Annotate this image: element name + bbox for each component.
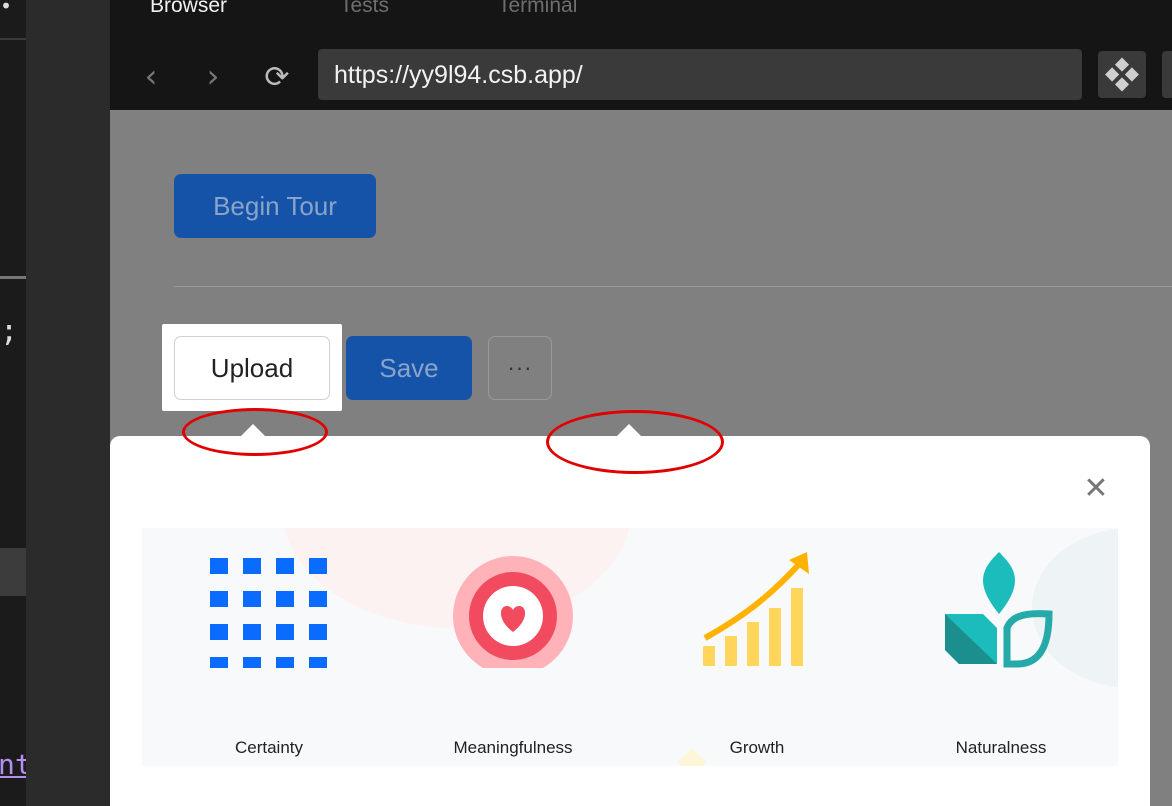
begin-tour-button[interactable]: Begin Tour <box>174 174 376 238</box>
browser-toolbar: Browser Tests Terminal ‹ › ⟳ https://yy9… <box>110 0 1172 110</box>
feature-growth: Growth <box>635 548 879 766</box>
tour-cover-image: Certainty Meaningfulness Growth Naturaln… <box>142 528 1118 766</box>
feature-certainty: Certainty <box>147 548 391 766</box>
leaf-icon <box>945 552 1053 668</box>
tab-tests[interactable]: Tests <box>340 0 389 18</box>
toolbar-button-partial[interactable] <box>1162 51 1172 98</box>
editor-divider-highlight <box>0 276 26 279</box>
annotation-ring <box>546 410 724 474</box>
more-options-button[interactable]: ··· <box>488 336 552 400</box>
close-icon[interactable]: ✕ <box>1082 474 1110 504</box>
page-viewport: Begin Tour Upload Save ··· ✕ Certainty M… <box>110 110 1172 806</box>
extension-button[interactable] <box>1098 51 1146 98</box>
grid-icon <box>210 558 327 668</box>
editor-gutter <box>26 0 110 806</box>
save-button[interactable]: Save <box>346 336 472 400</box>
feature-meaningfulness: Meaningfulness <box>391 548 635 766</box>
editor-dot: • <box>0 0 13 18</box>
feature-label: Certainty <box>234 738 304 757</box>
heart-target-icon <box>453 556 573 668</box>
editor-selected-line[interactable] <box>0 548 26 596</box>
back-icon[interactable]: ‹ <box>136 56 166 96</box>
editor-semicolon: ; <box>0 314 19 349</box>
editor-code-fragment[interactable]: nt <box>0 748 26 781</box>
editor-divider <box>0 38 26 40</box>
tab-browser[interactable]: Browser <box>150 0 227 18</box>
reload-icon[interactable]: ⟳ <box>262 58 292 98</box>
code-editor-strip: • ; nt <box>0 0 26 806</box>
diamond-grid-icon <box>1105 57 1139 92</box>
address-bar[interactable]: https://yy9l94.csb.app/ <box>318 49 1082 100</box>
upload-button[interactable]: Upload <box>174 336 330 400</box>
feature-label: Meaningfulness <box>453 738 573 757</box>
feature-naturalness: Naturalness <box>879 548 1118 766</box>
tab-terminal[interactable]: Terminal <box>498 0 577 18</box>
url-text[interactable]: https://yy9l94.csb.app/ <box>334 61 583 90</box>
growth-chart-icon <box>703 552 809 666</box>
tour-panel: ✕ Certainty Meaningfulness Growth Natura… <box>110 436 1150 806</box>
feature-label: Naturalness <box>955 738 1047 757</box>
forward-icon[interactable]: › <box>198 56 228 96</box>
feature-label: Growth <box>729 738 785 757</box>
annotation-ring <box>182 408 328 456</box>
content-divider <box>174 286 1172 287</box>
